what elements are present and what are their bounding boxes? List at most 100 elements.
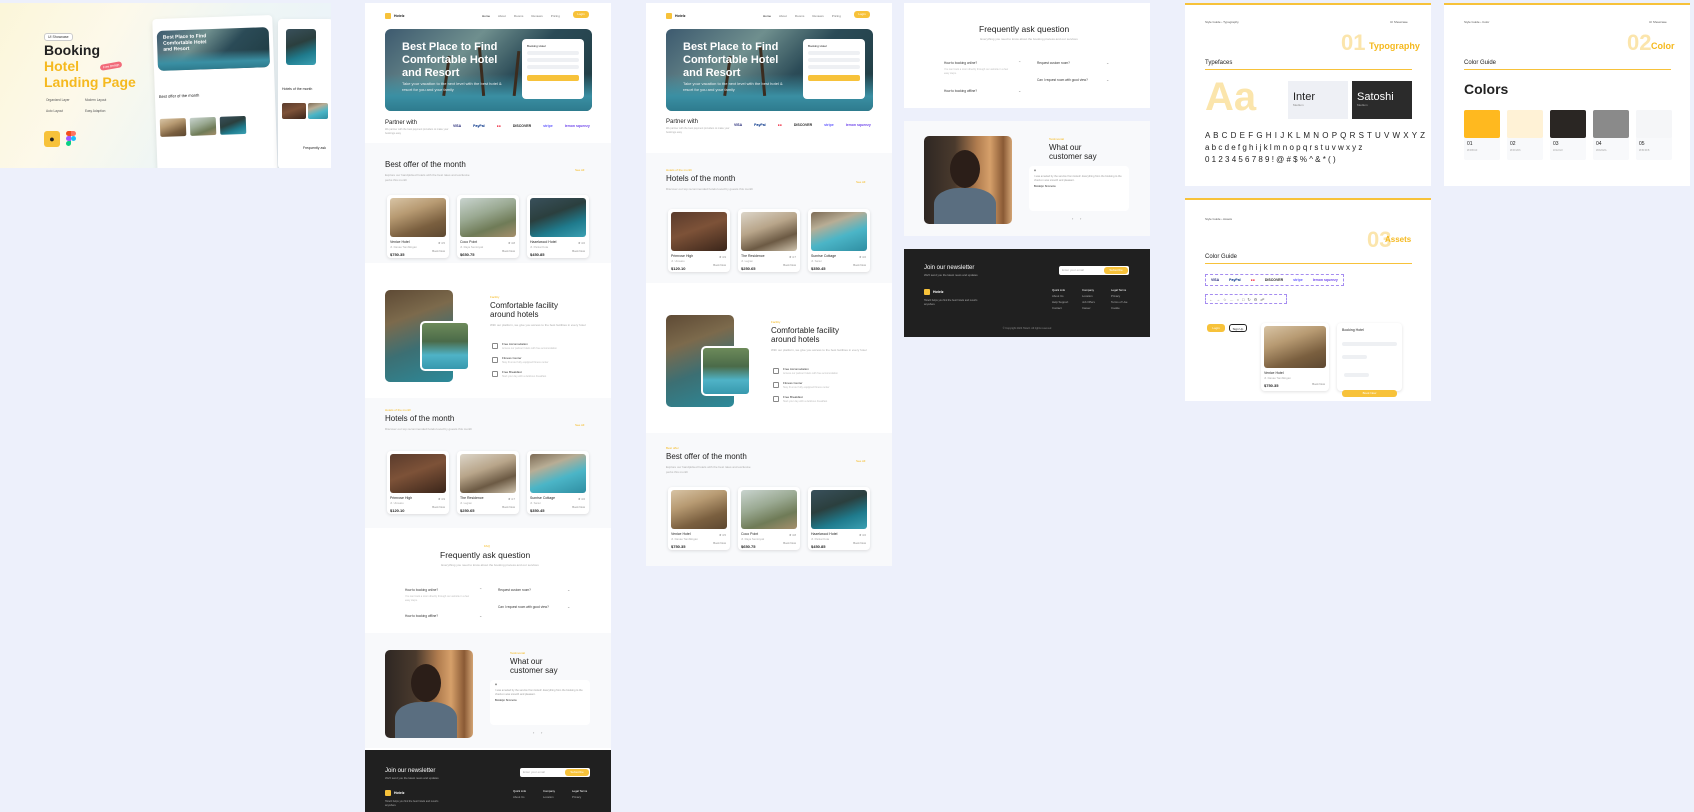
breakfast-icon [492, 371, 498, 377]
hotel-name: Venice Hotel [1264, 371, 1284, 375]
book-now-link[interactable]: Book Now [572, 505, 585, 509]
hotel-rating: ★ 4.7 [507, 497, 515, 501]
nav-pricing[interactable]: Pricing [832, 14, 841, 18]
book-now-link[interactable]: Book Now [502, 505, 515, 509]
guests-field[interactable] [527, 65, 579, 69]
hotel-card-sunrise[interactable]: Sunrise Cottage Jl. Sanur $350.45 ★ 4.6 … [808, 209, 870, 272]
faq-question-4[interactable]: Can I request room with good view? [1037, 78, 1088, 82]
chevron-down-icon[interactable]: ⌄ [479, 613, 482, 618]
chevron-down-icon[interactable]: ⌄ [1106, 60, 1109, 65]
faq-title: Frequently ask question [979, 24, 1070, 34]
chevron-up-icon[interactable]: ⌃ [1018, 60, 1021, 65]
hotels-month-see-all[interactable]: See All [575, 423, 584, 427]
hotel-card-sunrise[interactable]: Sunrise Cottage Jl. Sanur $350.45 ★ 4.6 … [527, 451, 589, 514]
book-now-link[interactable]: Book Now [572, 249, 585, 253]
asset-icon-row: ←→☆…○□↻⚙☍ [1205, 294, 1287, 304]
nav-about[interactable]: About [498, 14, 506, 18]
assets-underline [1205, 263, 1412, 264]
cover-mockup-section1: Best offer of the month [158, 92, 200, 99]
booking-form-button[interactable]: Book Now [1342, 390, 1397, 397]
book-now-link[interactable]: Book Now [853, 263, 866, 267]
chevron-down-icon[interactable]: ⌄ [567, 604, 570, 609]
asset-signup-button[interactable]: Sign Up [1229, 324, 1247, 332]
location-field[interactable] [808, 51, 860, 55]
hotel-card-venice[interactable]: Venice Hotel Jl. Danau Tamblingan $750.3… [668, 487, 730, 550]
bed-icon [773, 368, 779, 374]
carousel-prev-icon[interactable]: ‹ [533, 730, 534, 735]
subscribe-button[interactable]: Subscribe [1104, 267, 1128, 274]
brand-logo[interactable]: Hotelz [666, 13, 686, 19]
cover-feature-3: Auto Layout [46, 109, 64, 113]
hotel-card-coco[interactable]: Coco Point Jl. Raya Seminyak $650.75 ★ 4… [457, 195, 519, 258]
hotel-card-primrose[interactable]: Primrose High Jl. Uluwatu $120.10 ★ 4.9 … [668, 209, 730, 272]
faq-question-2[interactable]: How to booking offline? [944, 89, 977, 93]
nav-reviews[interactable]: Reviews [812, 14, 823, 18]
book-now-link[interactable]: Book Now [1312, 382, 1325, 386]
subscribe-button[interactable]: Subscribe [565, 769, 589, 776]
best-offer-see-all[interactable]: See All [856, 459, 865, 463]
login-button[interactable]: Login [854, 11, 870, 18]
quote-text: I was amazed by the service from Hotelz.… [1034, 175, 1122, 182]
nav-home[interactable]: Home [482, 14, 490, 18]
book-now-link[interactable]: Book Now [713, 541, 726, 545]
faq-question-3[interactable]: Request custom room? [1037, 61, 1070, 65]
nav-about[interactable]: About [779, 14, 787, 18]
carousel-prev-icon[interactable]: ‹ [1072, 216, 1073, 221]
hotel-card-coco[interactable]: Coco Point Jl. Raya Seminyak $650.75 ★ 4… [738, 487, 800, 550]
book-now-link[interactable]: Book Now [853, 541, 866, 545]
nav-reviews[interactable]: Reviews [531, 14, 542, 18]
book-now-link[interactable]: Book Now [783, 263, 796, 267]
hotel-image [390, 198, 446, 237]
form-field-guests[interactable] [1344, 373, 1369, 377]
faq-question-2[interactable]: How to booking offline? [405, 614, 438, 618]
brand-logo[interactable]: Hotelz [385, 13, 405, 19]
nav-rooms[interactable]: Rooms [514, 14, 524, 18]
chevron-down-icon[interactable]: ⌄ [1106, 77, 1109, 82]
nav-home[interactable]: Home [763, 14, 771, 18]
faq-question-1[interactable]: How to booking online? [405, 588, 438, 592]
login-button[interactable]: Login [573, 11, 589, 18]
carousel-next-icon[interactable]: › [541, 730, 542, 735]
facility-subtitle: With our platform, we give you access to… [771, 348, 867, 352]
guests-field[interactable] [808, 65, 860, 69]
paypal-logo: PayPal [754, 123, 766, 127]
form-field-location[interactable] [1342, 342, 1397, 346]
nav-pricing[interactable]: Pricing [551, 14, 560, 18]
book-now-link[interactable]: Book Now [783, 541, 796, 545]
book-now-link[interactable]: Book Now [502, 249, 515, 253]
faq-question-4[interactable]: Can I request room with good view? [498, 605, 549, 609]
logo-icon [385, 13, 391, 19]
nav-rooms[interactable]: Rooms [795, 14, 805, 18]
book-now-link[interactable]: Book Now [432, 505, 445, 509]
book-now-link[interactable]: Book Now [713, 263, 726, 267]
book-now-button[interactable] [527, 75, 579, 81]
faq-question-3[interactable]: Request custom room? [498, 588, 531, 592]
hotels-month-subtitle: Discover our top recommended hotels love… [385, 427, 473, 431]
best-offer-see-all[interactable]: See All [575, 168, 584, 172]
hotel-image [811, 212, 867, 251]
chevron-down-icon[interactable]: ⌄ [567, 587, 570, 592]
asset-login-button[interactable]: Login [1207, 324, 1225, 332]
hotel-card-residence[interactable]: The Residence Jl. Legian $250.65 ★ 4.7 B… [457, 451, 519, 514]
book-now-button[interactable] [808, 75, 860, 81]
checkin-field[interactable] [808, 58, 860, 62]
hotel-card-primrose[interactable]: Primrose High Jl. Uluwatu $120.10 ★ 4.9 … [387, 451, 449, 514]
chevron-down-icon[interactable]: ⌄ [1018, 88, 1021, 93]
location-field[interactable] [527, 51, 579, 55]
asset-hotel-card[interactable]: Venice Hotel Jl. Danau Tamblingan $750.3… [1261, 323, 1329, 391]
hotel-card-hazelwood[interactable]: Hazelwood Hotel Jl. Pantai Kuta $450.85 … [527, 195, 589, 258]
book-now-link[interactable]: Book Now [432, 249, 445, 253]
hotel-rating: ★ 4.9 [718, 255, 726, 259]
faq-question-1[interactable]: How to booking online? [944, 61, 977, 65]
lemon-squeezy-logo: lemon squeezy [845, 123, 871, 127]
form-field-checkin[interactable] [1342, 355, 1367, 359]
hotel-card-residence[interactable]: The Residence Jl. Legian $250.65 ★ 4.7 B… [738, 209, 800, 272]
chevron-up-icon[interactable]: ⌃ [479, 587, 482, 592]
hotels-month-see-all[interactable]: See All [856, 180, 865, 184]
checkin-field[interactable] [527, 58, 579, 62]
hotel-image [460, 454, 516, 493]
hotel-card-venice[interactable]: Venice Hotel Jl. Danau Tamblingan $750.3… [387, 195, 449, 258]
carousel-next-icon[interactable]: › [1080, 216, 1081, 221]
hotel-card-hazelwood[interactable]: Hazelwood Hotel Jl. Pantai Kuta $450.85 … [808, 487, 870, 550]
testimonial-panel: Testimonial What our customer say “ I wa… [904, 121, 1150, 236]
